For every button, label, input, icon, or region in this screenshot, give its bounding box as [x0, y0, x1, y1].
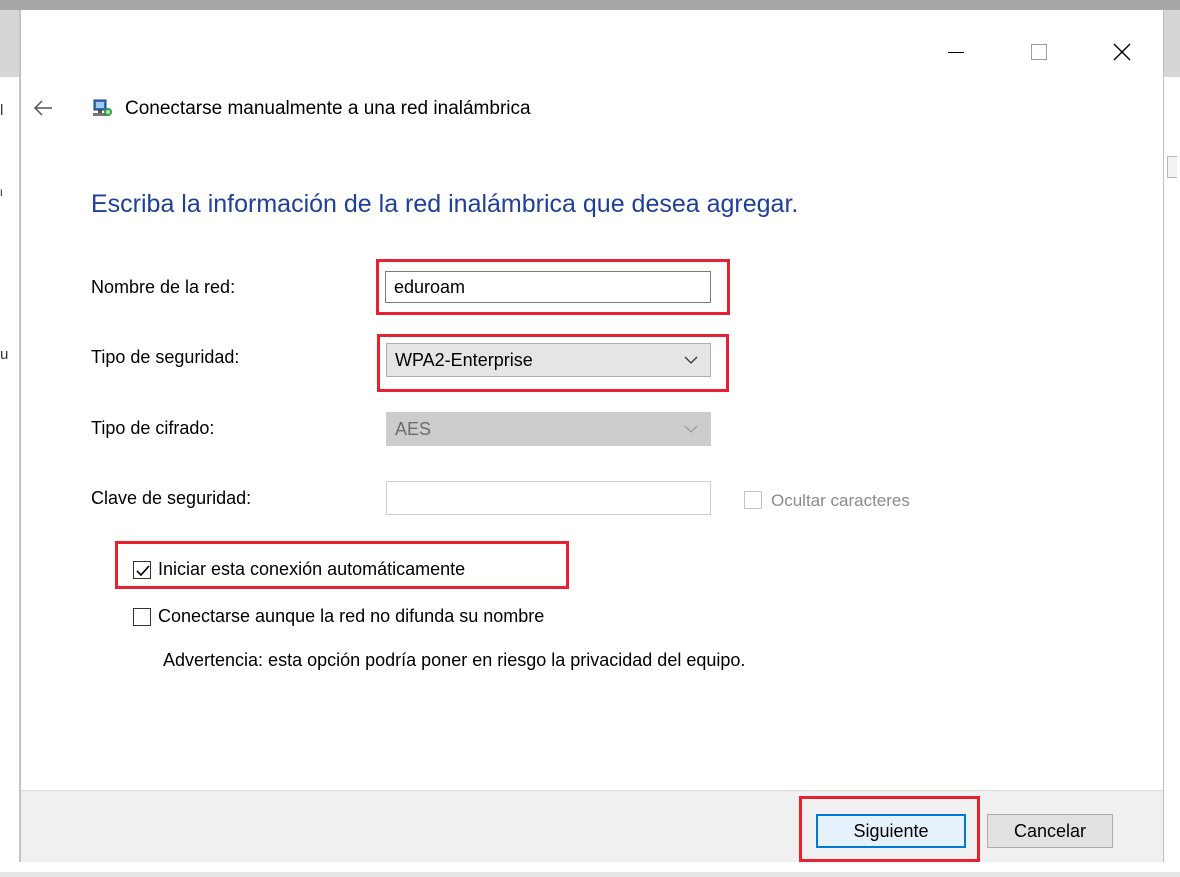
- background-window-bottom: [0, 862, 1180, 877]
- hide-characters-checkbox: [744, 491, 762, 509]
- close-button[interactable]: [1080, 10, 1163, 88]
- background-window-right: [1164, 10, 1180, 877]
- auto-connect-checkbox[interactable]: [133, 561, 151, 579]
- chevron-down-icon: [684, 425, 698, 433]
- next-button[interactable]: Siguiente: [816, 814, 966, 848]
- dialog-title: Conectarse manualmente a una red inalámb…: [125, 98, 531, 119]
- background-tab: [1164, 10, 1180, 77]
- network-name-input[interactable]: eduroam: [385, 271, 711, 303]
- chevron-down-icon: [684, 356, 698, 364]
- hide-characters-label: Ocultar caracteres: [771, 491, 910, 510]
- background-text-fragment: l: [0, 102, 4, 119]
- background-text-fragment: u: [0, 346, 9, 363]
- checkmark-icon: [136, 565, 150, 577]
- wireless-setup-dialog: Conectarse manualmente a una red inalámb…: [20, 10, 1164, 862]
- back-button[interactable]: [33, 100, 57, 122]
- minimize-button[interactable]: [914, 10, 997, 88]
- back-arrow-icon: [33, 100, 52, 116]
- encryption-type-select: AES: [386, 412, 711, 446]
- maximize-button[interactable]: [997, 10, 1080, 88]
- security-key-label: Clave de seguridad:: [91, 488, 252, 508]
- privacy-warning-text: Advertencia: esta opción podría poner en…: [163, 650, 746, 670]
- dialog-footer: Siguiente Cancelar: [21, 790, 1163, 862]
- security-type-value: WPA2-Enterprise: [395, 350, 533, 370]
- page-heading: Escriba la información de la red inalámb…: [91, 190, 799, 218]
- auto-connect-label[interactable]: Iniciar esta conexión automáticamente: [158, 559, 465, 580]
- background-scroll-box: [1167, 156, 1177, 178]
- background-tab: [0, 10, 20, 77]
- encryption-type-label: Tipo de cifrado:: [91, 418, 215, 438]
- background-window-top: [0, 0, 1180, 10]
- close-icon: [1113, 43, 1131, 61]
- security-key-input: [386, 481, 711, 515]
- network-icon: [91, 98, 113, 120]
- window-controls: [914, 10, 1163, 88]
- connect-hidden-checkbox[interactable]: [133, 608, 151, 626]
- cancel-button[interactable]: Cancelar: [987, 814, 1113, 848]
- encryption-type-value: AES: [395, 419, 432, 439]
- connect-hidden-label[interactable]: Conectarse aunque la red no difunda su n…: [158, 606, 544, 627]
- security-type-label: Tipo de seguridad:: [91, 347, 240, 367]
- background-text-fragment: ι: [0, 185, 3, 199]
- security-type-select[interactable]: WPA2-Enterprise: [386, 343, 711, 377]
- background-window-left: l ι u: [0, 10, 20, 877]
- network-name-label: Nombre de la red:: [91, 277, 236, 297]
